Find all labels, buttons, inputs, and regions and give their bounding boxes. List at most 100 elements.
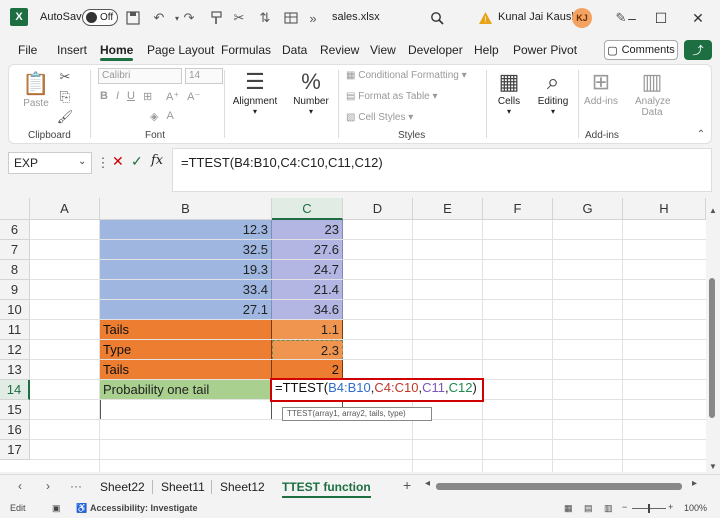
cancel-icon[interactable]: ✕ (112, 153, 124, 170)
next-sheet-icon[interactable]: › (46, 479, 50, 493)
row-header[interactable]: 9 (0, 280, 30, 300)
sort-icon[interactable]: ⇅ (256, 9, 274, 27)
collapse-ribbon-icon[interactable]: ⌃ (692, 125, 710, 143)
zoom-out-icon[interactable]: − (622, 502, 627, 512)
column-header-g[interactable]: G (553, 198, 623, 220)
paste-button[interactable]: 📋 Paste (20, 70, 52, 109)
warning-icon[interactable]: ! (476, 9, 494, 27)
sheet-tab-sheet22[interactable]: Sheet22 (100, 480, 145, 494)
grow-font-icon[interactable]: A⁺ (166, 90, 179, 103)
cell-c8[interactable]: 24.7 (272, 260, 343, 280)
column-header-b[interactable]: B (100, 198, 272, 220)
select-all-corner[interactable] (0, 198, 30, 220)
paint-icon[interactable] (208, 9, 226, 27)
search-icon[interactable] (428, 9, 446, 27)
cell-b12[interactable]: Type (100, 340, 272, 360)
number-button[interactable]: % Number ▾ (290, 68, 332, 116)
page-break-view-icon[interactable]: ▥ (604, 503, 613, 514)
row-header[interactable]: 6 (0, 220, 30, 240)
tab-developer[interactable]: Developer (408, 43, 463, 57)
tab-power-pivot[interactable]: Power Pivot (513, 43, 577, 57)
scroll-down-icon[interactable]: ▼ (709, 462, 717, 471)
italic-icon[interactable]: I (116, 90, 119, 103)
tab-insert[interactable]: Insert (57, 43, 87, 57)
row-header[interactable]: 7 (0, 240, 30, 260)
row-header[interactable]: 8 (0, 260, 30, 280)
format-as-table-button[interactable]: ▤ Format as Table ▾ (346, 91, 438, 102)
cell-b14[interactable]: Probability one tail (100, 380, 272, 400)
column-header-e[interactable]: E (413, 198, 483, 220)
minimize-button[interactable]: – (622, 9, 642, 27)
column-header-d[interactable]: D (343, 198, 413, 220)
underline-icon[interactable]: U (127, 90, 135, 103)
formula-input[interactable]: =TTEST(B4:B10,C4:C10,C11,C12) (172, 148, 712, 192)
copy-icon[interactable]: ⎘ (56, 88, 74, 106)
cell-b8[interactable]: 19.3 (100, 260, 272, 280)
cell-c6[interactable]: 23 (272, 220, 343, 240)
bold-icon[interactable]: B (100, 90, 108, 103)
row-header[interactable]: 12 (0, 340, 30, 360)
analyze-data-button[interactable]: ▥ Analyze Data (630, 68, 674, 118)
share-button[interactable]: ⤴ (684, 40, 712, 60)
previous-sheet-icon[interactable]: ‹ (18, 479, 22, 493)
function-tooltip[interactable]: TTEST(array1, array2, tails, type) (282, 407, 432, 421)
addins-button[interactable]: ⊞ Add-ins (582, 68, 620, 107)
font-size-box[interactable]: 14 (185, 68, 223, 84)
accessibility-status[interactable]: Accessibility: Investigate (90, 503, 198, 513)
row-header[interactable]: 14 (0, 380, 30, 400)
page-layout-view-icon[interactable]: ▤ (584, 503, 593, 514)
sheet-tab-sheet12[interactable]: Sheet12 (220, 480, 265, 494)
more-commands-icon[interactable]: » (304, 9, 322, 27)
avatar[interactable]: KJ (572, 8, 592, 28)
row-header[interactable]: 15 (0, 400, 30, 420)
cell-c7[interactable]: 27.6 (272, 240, 343, 260)
column-header-h[interactable]: H (623, 198, 706, 220)
conditional-formatting-button[interactable]: ▦ Conditional Formatting ▾ (346, 70, 467, 81)
cut-icon[interactable]: ✂ (56, 68, 74, 86)
tab-scroll-right-icon[interactable]: ▸ (692, 478, 697, 489)
tab-formulas[interactable]: Formulas (221, 43, 271, 57)
zoom-in-icon[interactable]: + (668, 502, 673, 512)
vertical-scroll-thumb[interactable] (709, 278, 715, 418)
border-icon[interactable]: ⊞ (143, 90, 152, 103)
format-painter-icon[interactable]: 🖌 (56, 108, 74, 126)
tab-home[interactable]: Home (100, 43, 134, 61)
tab-file[interactable]: File (18, 43, 37, 57)
shrink-font-icon[interactable]: A⁻ (187, 90, 200, 103)
cell-b11[interactable]: Tails (100, 320, 272, 340)
cell-c14-editor[interactable]: =TTEST(B4:B10,C4:C10,C11,C12) (270, 378, 484, 402)
comments-button[interactable]: ▢ Comments (604, 40, 678, 60)
tab-data[interactable]: Data (282, 43, 307, 57)
cell-b13[interactable]: Tails (100, 360, 272, 380)
cell-b9[interactable]: 33.4 (100, 280, 272, 300)
cell-c13[interactable]: 2 (272, 360, 343, 380)
row-header[interactable]: 10 (0, 300, 30, 320)
accessibility-icon[interactable]: ♿ (76, 503, 87, 514)
autosave-toggle[interactable]: Off (82, 9, 118, 26)
zoom-level[interactable]: 100% (684, 503, 707, 513)
macro-icon[interactable]: ▣ (52, 503, 61, 514)
undo-icon[interactable]: ↶ (150, 9, 168, 27)
chevron-down-icon[interactable]: ⌄ (78, 156, 86, 167)
drag-handle-icon[interactable]: ⋮ (94, 154, 112, 172)
editing-button[interactable]: ⌕ Editing ▾ (534, 68, 572, 116)
row-header[interactable]: 13 (0, 360, 30, 380)
sheet-tab-ttest-function[interactable]: TTEST function (282, 480, 371, 498)
close-button[interactable]: ✕ (688, 9, 708, 27)
row-header[interactable]: 17 (0, 440, 30, 460)
enter-icon[interactable]: ✓ (131, 153, 143, 170)
cell-c12[interactable]: 2.3 (272, 340, 343, 360)
cell-b10[interactable]: 27.1 (100, 300, 272, 320)
normal-view-icon[interactable]: ▦ (564, 503, 573, 514)
cut-icon[interactable]: ✂ (230, 9, 248, 27)
fill-color-icon[interactable]: ◈ (150, 110, 158, 123)
cell-c9[interactable]: 21.4 (272, 280, 343, 300)
more-sheets-icon[interactable]: ··· (70, 479, 82, 493)
tab-scroll-left-icon[interactable]: ◂ (425, 478, 430, 489)
cell-c11[interactable]: 1.1 (272, 320, 343, 340)
tab-view[interactable]: View (370, 43, 396, 57)
cell-b7[interactable]: 32.5 (100, 240, 272, 260)
column-header-a[interactable]: A (30, 198, 100, 220)
tab-review[interactable]: Review (320, 43, 359, 57)
scroll-up-icon[interactable]: ▲ (709, 206, 717, 215)
